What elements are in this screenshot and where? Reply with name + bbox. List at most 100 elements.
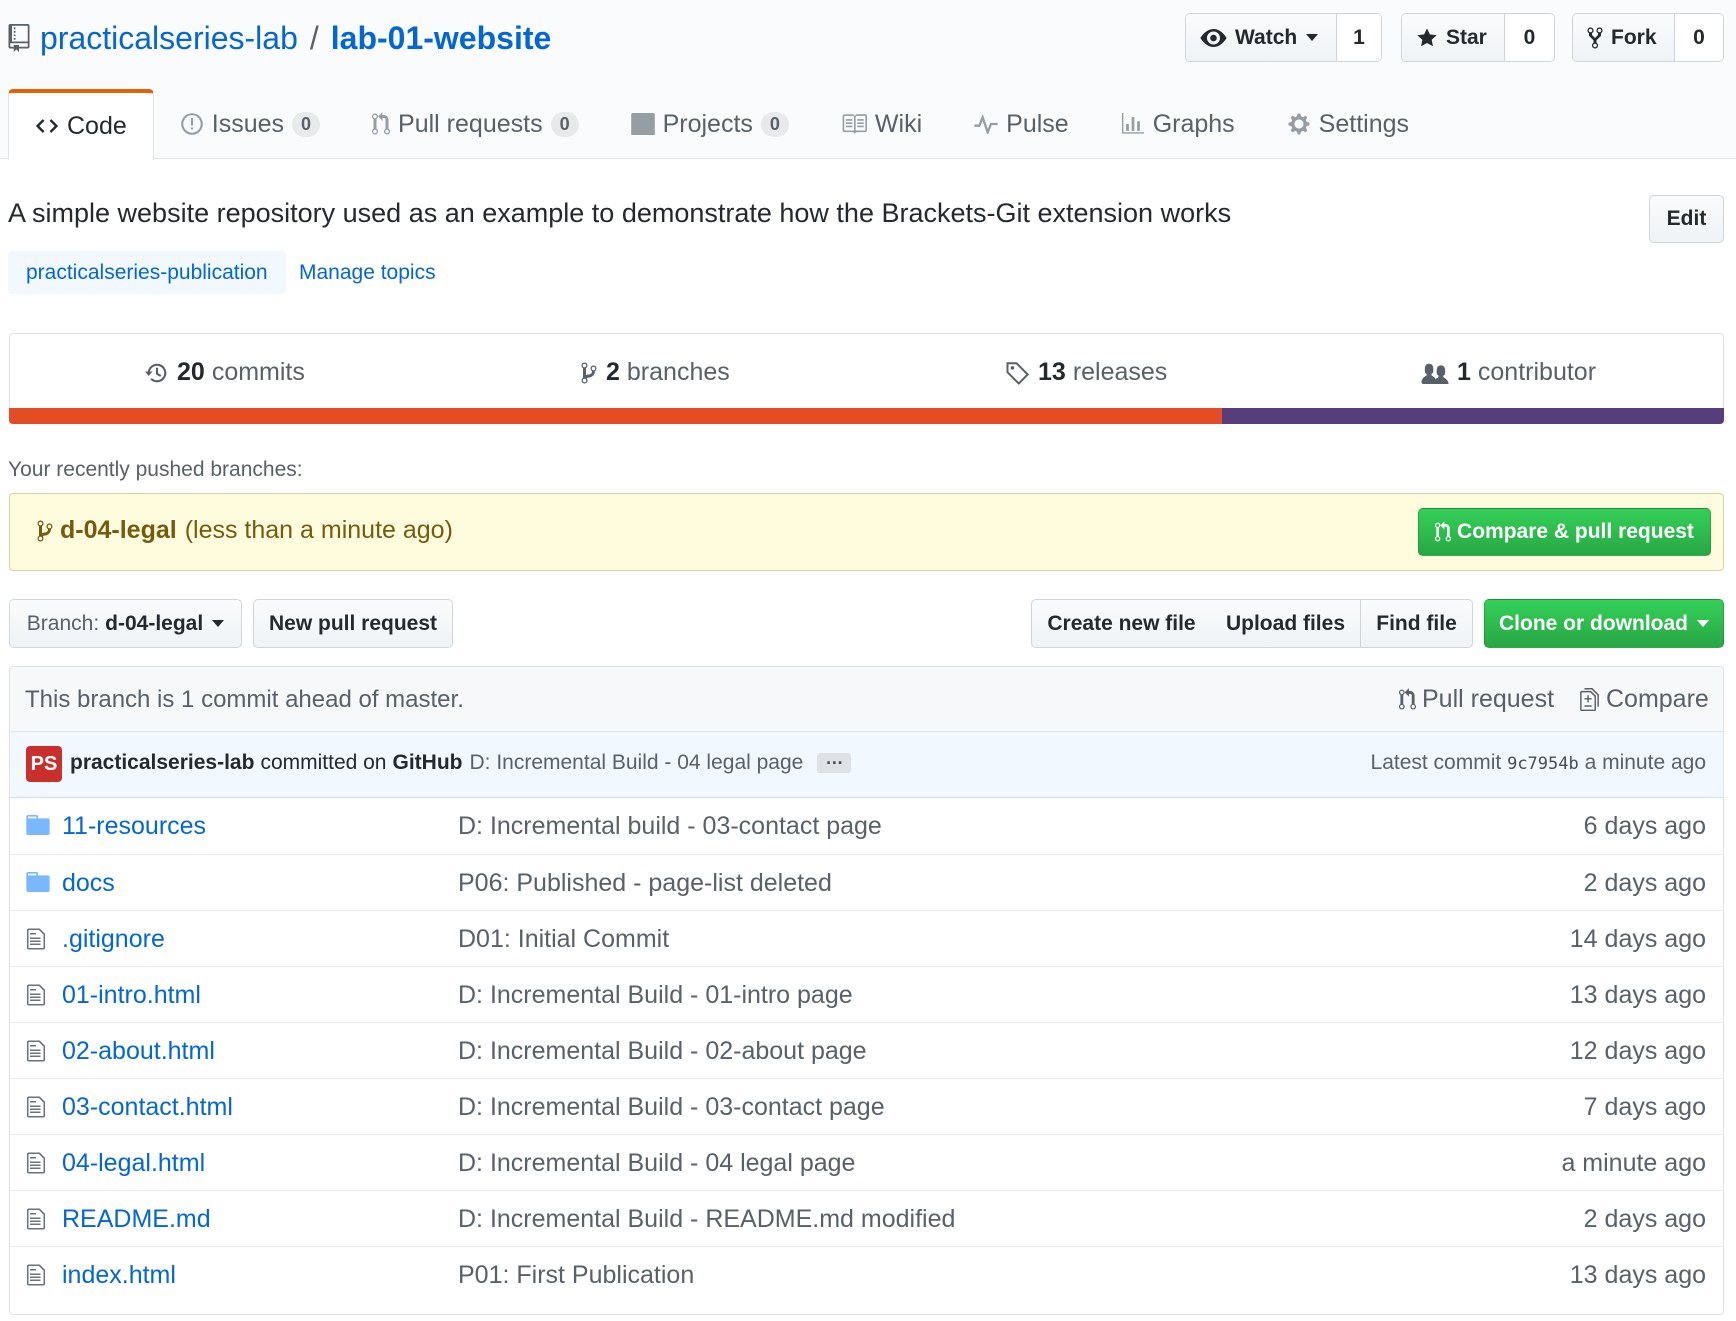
tab-code[interactable]: Code (8, 89, 154, 160)
commit-platform: GitHub (392, 751, 463, 774)
table-row: 02-about.html D: Incremental Build - 02-a… (10, 1022, 1723, 1078)
file-name-link[interactable]: 01-intro.html (62, 981, 201, 1010)
file-commit-message-link[interactable]: D: Incremental Build - 01-intro page (458, 981, 853, 1010)
commit-message-link[interactable]: D: Incremental Build - 04 legal page (469, 751, 803, 775)
folder-icon (26, 871, 50, 899)
file-age: 13 days ago (1569, 981, 1706, 1009)
file-name-link[interactable]: .gitignore (62, 925, 165, 954)
file-name-link[interactable]: docs (62, 869, 115, 898)
latest-commit-bar: PS practicalseries-lab committed on GitH… (10, 732, 1723, 798)
watch-group: Watch 1 (1185, 13, 1382, 62)
upload-files-button[interactable]: Upload files (1211, 599, 1361, 648)
create-new-file-button[interactable]: Create new file (1031, 599, 1212, 648)
git-branch-icon (37, 520, 53, 541)
commits-stat[interactable]: 20 commits (145, 358, 305, 387)
star-count[interactable]: 0 (1505, 14, 1554, 61)
commit-sha-link[interactable]: 9c7954b (1507, 754, 1579, 774)
tab-label: Settings (1318, 109, 1410, 138)
tab-pull-requests[interactable]: Pull requests 0 (346, 89, 605, 159)
infobar-compare-label: Compare (1606, 685, 1709, 713)
file-commit-message-link[interactable]: P01: First Publication (458, 1261, 694, 1290)
repo-path-separator: / (309, 19, 319, 56)
tab-issues[interactable]: Issues 0 (154, 89, 346, 159)
branches-stat[interactable]: 2 branches (580, 358, 730, 387)
code-icon (35, 119, 59, 133)
file-name-link[interactable]: 02-about.html (62, 1037, 215, 1066)
file-icon (26, 1207, 46, 1238)
tab-projects[interactable]: Projects 0 (605, 89, 815, 159)
star-button[interactable]: Star (1402, 14, 1505, 61)
topic-tag[interactable]: practicalseries-publication (8, 251, 286, 294)
commits-count: 20 (177, 358, 205, 386)
tab-settings[interactable]: Settings (1261, 89, 1435, 159)
new-pull-request-button[interactable]: New pull request (253, 599, 453, 648)
commit-expand-button[interactable]: … (817, 749, 852, 773)
issues-counter: 0 (292, 111, 321, 137)
contributors-stat[interactable]: 1 contributor (1421, 358, 1596, 387)
edit-description-button[interactable]: Edit (1649, 195, 1724, 243)
contributors-count: 1 (1457, 358, 1471, 386)
recent-branch-info: d-04-legal (less than a minute ago) (36, 516, 453, 545)
clone-label: Clone or download (1499, 611, 1688, 635)
watch-count[interactable]: 1 (1337, 14, 1381, 61)
avatar[interactable]: PS (26, 746, 62, 782)
branch-infobar: This branch is 1 commit ahead of master.… (10, 667, 1723, 732)
branches-label: branches (626, 358, 730, 386)
language-bar[interactable] (9, 408, 1724, 424)
repo-icon (8, 24, 30, 52)
tab-wiki[interactable]: Wiki (815, 89, 948, 159)
watch-button[interactable]: Watch (1186, 14, 1337, 61)
file-commit-message-link[interactable]: P06: Published - page-list deleted (458, 869, 832, 898)
infobar-pull-request-link[interactable]: Pull request (1399, 685, 1554, 714)
file-age: a minute ago (1561, 1149, 1706, 1177)
find-file-button[interactable]: Find file (1361, 599, 1473, 648)
folder-icon (26, 814, 50, 842)
file-age: 2 days ago (1583, 1205, 1706, 1233)
repo-nav-tabs: Code Issues 0 Pull requests 0 Projects 0… (8, 89, 1435, 160)
file-name-link[interactable]: README.md (62, 1205, 211, 1234)
watch-label: Watch (1235, 25, 1298, 49)
releases-stat[interactable]: 13 releases (1006, 358, 1167, 387)
file-commit-message-link[interactable]: D01: Initial Commit (458, 925, 669, 954)
file-icon (26, 927, 46, 958)
fork-button[interactable]: Fork (1573, 14, 1675, 61)
graph-icon (1121, 113, 1144, 134)
file-name-link[interactable]: 03-contact.html (62, 1093, 233, 1122)
fork-count[interactable]: 0 (1675, 14, 1723, 61)
file-age: 2 days ago (1583, 869, 1706, 897)
commit-author-link[interactable]: practicalseries-lab (70, 751, 254, 775)
file-commit-message-link[interactable]: D: Incremental build - 03-contact page (458, 812, 882, 841)
file-commit-message-link[interactable]: D: Incremental Build - 04 legal page (458, 1149, 855, 1178)
compare-pull-request-button[interactable]: Compare & pull request (1418, 508, 1711, 556)
tab-graphs[interactable]: Graphs (1095, 89, 1261, 159)
latest-commit-time: a minute ago (1584, 751, 1706, 774)
file-commit-message-link[interactable]: D: Incremental Build - 03-contact page (458, 1093, 885, 1122)
pulse-icon (974, 114, 998, 134)
file-name-link[interactable]: 04-legal.html (62, 1149, 205, 1178)
fork-label: Fork (1611, 25, 1657, 49)
file-age: 13 days ago (1569, 1261, 1706, 1289)
repo-name-link[interactable]: lab-01-website (331, 20, 552, 57)
recent-branch-name[interactable]: d-04-legal (60, 516, 177, 545)
table-row: 03-contact.html D: Incremental Build - 03… (10, 1078, 1723, 1134)
manage-topics-link[interactable]: Manage topics (299, 261, 436, 285)
clone-or-download-button[interactable]: Clone or download (1484, 599, 1724, 648)
file-commit-message-link[interactable]: D: Incremental Build - 02-about page (458, 1037, 867, 1066)
chevron-down-icon (212, 620, 225, 627)
file-navigation: This branch is 1 commit ahead of master.… (9, 666, 1724, 1315)
file-commit-message-link[interactable]: D: Incremental Build - README.md modifie… (458, 1205, 955, 1234)
language-segment-2 (1222, 408, 1724, 424)
file-icon (26, 1263, 46, 1294)
infobar-compare-link[interactable]: Compare (1579, 685, 1709, 714)
tab-pulse[interactable]: Pulse (948, 89, 1095, 159)
repo-owner-link[interactable]: practicalseries-lab (40, 20, 298, 57)
file-icon (26, 1095, 46, 1126)
file-name-link[interactable]: 11-resources (62, 812, 206, 841)
infobar-pull-request-label: Pull request (1422, 685, 1555, 713)
branch-ahead-text: This branch is 1 commit ahead of master. (25, 686, 464, 713)
table-row: 11-resources D: Incremental build - 03-co… (10, 798, 1723, 854)
organization-icon (1421, 363, 1449, 384)
file-name-link[interactable]: index.html (62, 1261, 176, 1290)
branch-select-menu[interactable]: Branch: d-04-legal (9, 599, 242, 648)
recent-branch-flash: d-04-legal (less than a minute ago) Comp… (9, 493, 1724, 571)
